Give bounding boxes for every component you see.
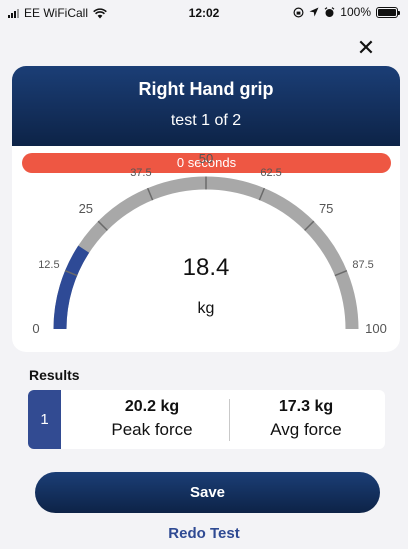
results-heading: Results bbox=[29, 367, 80, 383]
redo-test-link[interactable]: Redo Test bbox=[0, 525, 408, 542]
battery-label: 100% bbox=[340, 5, 371, 19]
gauge-tick-label: 75 bbox=[319, 201, 333, 216]
gauge-value: 18.4 bbox=[182, 254, 230, 281]
gauge-tick-label: 50 bbox=[199, 151, 213, 166]
gauge-tick-label: 100 bbox=[365, 321, 387, 336]
gauge-tick-label: 62.5 bbox=[260, 167, 281, 179]
avg-force-label: Avg force bbox=[270, 420, 342, 439]
peak-force-cell: 20.2 kg Peak force bbox=[77, 398, 227, 440]
orientation-lock-icon bbox=[293, 6, 304, 18]
location-icon bbox=[309, 7, 319, 17]
gauge-fill bbox=[53, 245, 90, 330]
close-button[interactable]: ✕ bbox=[354, 36, 378, 60]
gauge-tick-label: 87.5 bbox=[352, 259, 373, 271]
avg-force-value: 17.3 kg bbox=[278, 398, 334, 415]
gauge-tick-label: 12.5 bbox=[38, 259, 59, 271]
save-button[interactable]: Save bbox=[35, 472, 380, 513]
gauge-tick-label: 37.5 bbox=[130, 167, 151, 179]
gauge-tick-label: 25 bbox=[79, 201, 93, 216]
peak-force-value: 20.2 kg bbox=[124, 398, 180, 415]
avg-force-cell: 17.3 kg Avg force bbox=[231, 398, 381, 440]
peak-force-label: Peak force bbox=[111, 420, 193, 439]
status-right: 100% bbox=[293, 5, 400, 19]
status-bar: EE WiFiCall 12:02 100% bbox=[0, 0, 408, 26]
gauge-tick-label: 0 bbox=[32, 321, 39, 336]
test-card: Right Hand grip test 1 of 2 0 seconds 01… bbox=[12, 66, 400, 352]
gauge-unit: kg bbox=[197, 300, 215, 317]
result-divider bbox=[229, 399, 230, 441]
alarm-icon bbox=[324, 6, 335, 17]
result-row: 1 20.2 kg Peak force 17.3 kg Avg force bbox=[28, 390, 385, 449]
battery-icon bbox=[376, 6, 400, 18]
result-index: 1 bbox=[28, 390, 61, 449]
